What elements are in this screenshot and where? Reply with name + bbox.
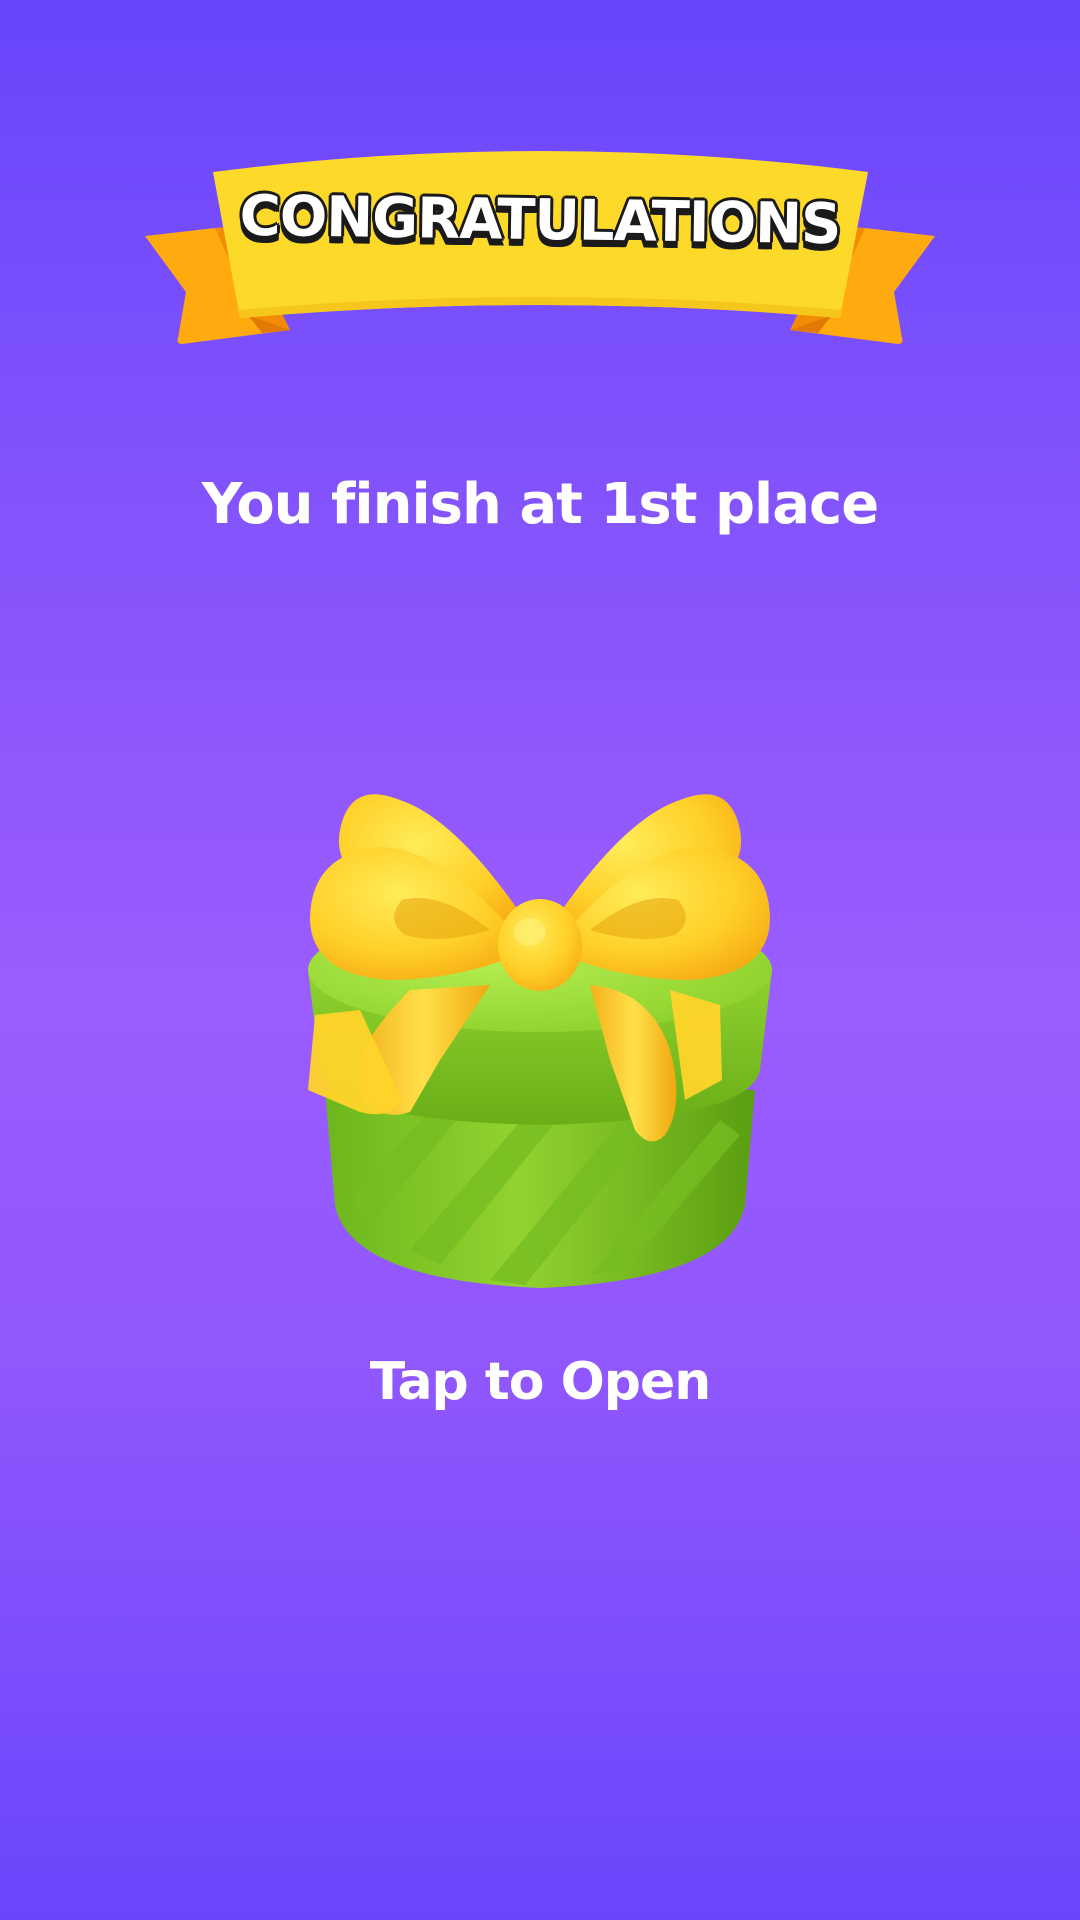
congratulations-banner: CONGRATULATIONS bbox=[0, 0, 1080, 400]
gift-box[interactable] bbox=[290, 760, 790, 1304]
result-message: You finish at 1st place bbox=[201, 472, 879, 537]
gift-box-icon[interactable] bbox=[290, 760, 790, 1300]
tap-to-open-button[interactable]: Tap to Open bbox=[0, 1352, 1080, 1412]
